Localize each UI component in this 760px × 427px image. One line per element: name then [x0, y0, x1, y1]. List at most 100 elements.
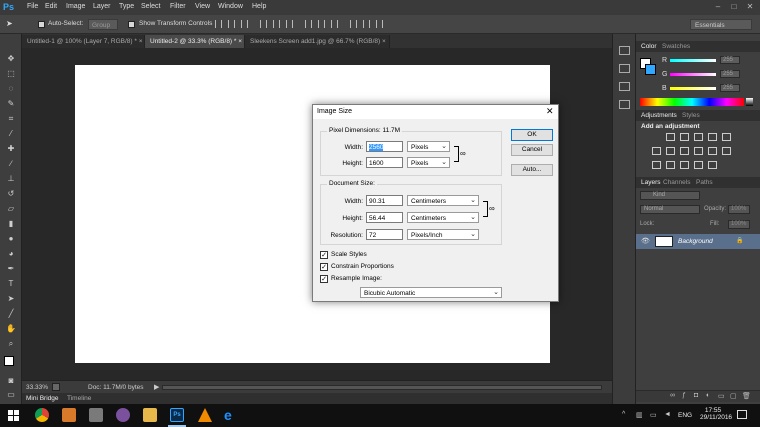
- constrain-proportions-checkbox[interactable]: ✓: [320, 263, 328, 271]
- zoom-tool-icon[interactable]: ⌕: [5, 339, 17, 349]
- crop-tool-icon[interactable]: ⌗: [5, 114, 17, 124]
- media-player-icon[interactable]: [62, 408, 76, 422]
- selective-color-adjust-icon[interactable]: [708, 161, 717, 169]
- windows-start-icon[interactable]: [8, 410, 19, 421]
- gradient-map-adjust-icon[interactable]: [694, 161, 703, 169]
- move-tool-icon[interactable]: ✥: [5, 54, 17, 64]
- move-tool-preset-icon[interactable]: ➤: [6, 19, 22, 30]
- ok-button[interactable]: OK: [511, 129, 553, 141]
- new-adjustment-icon[interactable]: ◐: [706, 392, 710, 399]
- distribute-right-icon[interactable]: [376, 20, 383, 28]
- blend-mode-dropdown[interactable]: Normal: [640, 205, 700, 214]
- doc-height-unit-select[interactable]: Centimeters ⌄: [407, 212, 479, 223]
- tray-battery-icon[interactable]: ▭: [650, 411, 657, 419]
- new-group-icon[interactable]: ▭: [718, 392, 725, 400]
- cancel-button[interactable]: Cancel: [511, 144, 553, 156]
- quick-mask-icon[interactable]: ◙: [5, 376, 17, 386]
- distribute-bottom-icon[interactable]: [331, 20, 338, 28]
- close-window-icon[interactable]: ✕: [745, 2, 755, 12]
- new-layer-icon[interactable]: ▢: [730, 392, 737, 400]
- type-tool-icon[interactable]: T: [5, 279, 17, 289]
- distribute-center-icon[interactable]: [363, 20, 370, 28]
- workspace-dropdown[interactable]: Essentials: [690, 19, 752, 30]
- threshold-adjust-icon[interactable]: [680, 161, 689, 169]
- screen-mode-icon[interactable]: ▭: [5, 390, 17, 400]
- tray-up-arrow-icon[interactable]: ^: [622, 411, 625, 418]
- hue-saturation-adjust-icon[interactable]: [652, 147, 661, 155]
- link-layers-icon[interactable]: ∞: [670, 392, 675, 399]
- menu-view[interactable]: View: [195, 3, 210, 10]
- healing-brush-tool-icon[interactable]: ✚: [5, 144, 17, 154]
- history-panel-icon[interactable]: [619, 46, 630, 55]
- menu-layer[interactable]: Layer: [93, 3, 111, 10]
- curves-adjust-icon[interactable]: [694, 133, 703, 141]
- posterize-adjust-icon[interactable]: [666, 161, 675, 169]
- width-unit-select[interactable]: Pixels ⌄: [407, 141, 450, 152]
- channel-r-value[interactable]: 255: [720, 56, 740, 64]
- align-center-icon[interactable]: [273, 20, 280, 28]
- maximize-icon[interactable]: □: [729, 2, 739, 12]
- delete-layer-icon[interactable]: 🗑: [742, 392, 751, 400]
- auto-select-checkbox[interactable]: [38, 21, 45, 28]
- vlc-icon[interactable]: [198, 408, 212, 422]
- brightness-adjust-icon[interactable]: [666, 133, 675, 141]
- resample-method-select[interactable]: Bicubic Automatic ⌄: [360, 287, 502, 298]
- doc-tab-close-icon[interactable]: ×: [238, 38, 242, 45]
- doc-tab-untitled-2[interactable]: Untitled-2 @ 33.3% (RGB/8) * ×: [145, 35, 245, 48]
- photoshop-taskbar-icon[interactable]: Ps: [170, 408, 184, 422]
- doc-tab-sleekens[interactable]: Sleekens Screen add1.jpg @ 66.7% (RGB/8)…: [245, 35, 390, 48]
- auto-button[interactable]: Auto...: [511, 164, 553, 176]
- tab-channels[interactable]: Channels: [663, 179, 690, 186]
- internet-explorer-icon[interactable]: e: [224, 408, 238, 422]
- eyedropper-tool-icon[interactable]: ⁄: [5, 129, 17, 139]
- align-bottom-icon[interactable]: [241, 20, 248, 28]
- menu-filter[interactable]: Filter: [170, 3, 186, 10]
- align-middle-icon[interactable]: [228, 20, 235, 28]
- grayscale-ramp[interactable]: [746, 98, 753, 106]
- horizontal-scrollbar[interactable]: [162, 385, 602, 390]
- dialog-titlebar[interactable]: Image Size ✕: [313, 105, 558, 119]
- blur-tool-icon[interactable]: ●: [5, 234, 17, 244]
- doc-tab-close-icon[interactable]: ×: [382, 38, 386, 45]
- notepad-icon[interactable]: [89, 408, 103, 422]
- height-input[interactable]: 1600: [366, 157, 403, 168]
- channel-g-slider[interactable]: [670, 73, 716, 76]
- properties-panel-icon[interactable]: [619, 64, 630, 73]
- hand-tool-icon[interactable]: ✋: [5, 324, 17, 334]
- tab-adjustments[interactable]: Adjustments: [641, 112, 677, 119]
- width-input[interactable]: 2560: [366, 141, 403, 152]
- close-icon[interactable]: ✕: [546, 106, 554, 117]
- bg-color-preview[interactable]: [645, 64, 656, 75]
- minimize-icon[interactable]: –: [713, 2, 723, 12]
- distribute-top-icon[interactable]: [305, 20, 312, 28]
- tab-paths[interactable]: Paths: [696, 179, 713, 186]
- viber-icon[interactable]: [116, 408, 130, 422]
- doc-width-input[interactable]: 90.31: [366, 195, 403, 206]
- shape-tool-icon[interactable]: ╱: [5, 309, 17, 319]
- resample-image-checkbox[interactable]: ✓: [320, 275, 328, 283]
- levels-adjust-icon[interactable]: [680, 133, 689, 141]
- lasso-tool-icon[interactable]: ◌: [5, 84, 17, 94]
- resolution-unit-select[interactable]: Pixels/Inch ⌄: [407, 229, 479, 240]
- invert-adjust-icon[interactable]: [652, 161, 661, 169]
- layer-row-background[interactable]: 👁 Background 🔒: [636, 234, 760, 249]
- marquee-tool-icon[interactable]: ⬚: [5, 69, 17, 79]
- status-arrow-icon[interactable]: ▶: [154, 383, 159, 391]
- color-spectrum-bar[interactable]: [640, 98, 744, 106]
- align-top-icon[interactable]: [215, 20, 222, 28]
- channel-r-slider[interactable]: [670, 59, 716, 62]
- layer-visibility-icon[interactable]: 👁: [641, 237, 650, 245]
- scale-styles-checkbox[interactable]: ✓: [320, 251, 328, 259]
- fill-field[interactable]: 100%: [728, 220, 750, 229]
- show-transform-checkbox[interactable]: [128, 21, 135, 28]
- tab-swatches[interactable]: Swatches: [662, 43, 690, 50]
- doc-tab-close-icon[interactable]: ×: [139, 38, 143, 45]
- tab-layers[interactable]: Layers: [641, 179, 661, 186]
- align-left-icon[interactable]: [260, 20, 267, 28]
- quick-selection-tool-icon[interactable]: ✎: [5, 99, 17, 109]
- channel-g-value[interactable]: 255: [720, 70, 740, 78]
- color-lookup-adjust-icon[interactable]: [722, 147, 731, 155]
- resample-image-label[interactable]: Resample Image:: [331, 275, 382, 282]
- vibrance-adjust-icon[interactable]: [722, 133, 731, 141]
- add-mask-icon[interactable]: ◘: [694, 392, 698, 399]
